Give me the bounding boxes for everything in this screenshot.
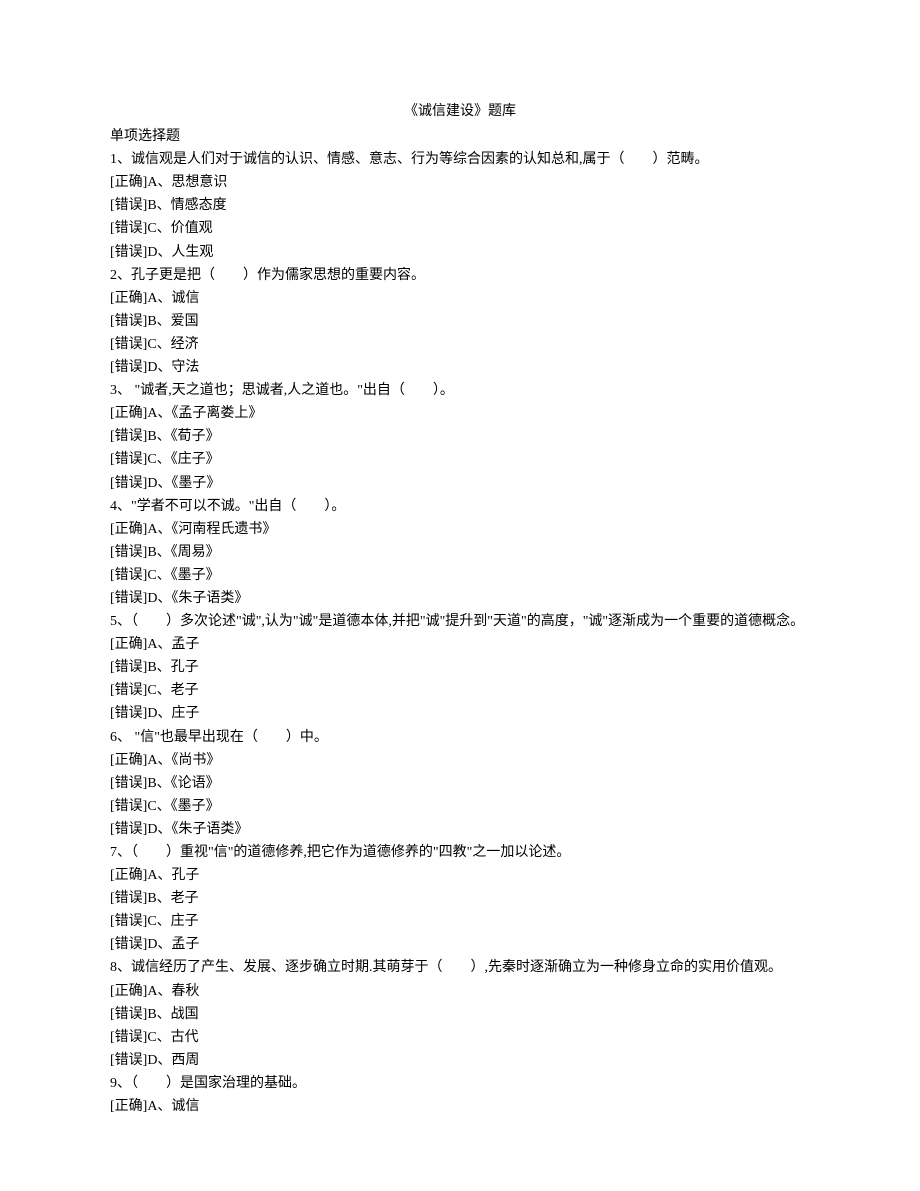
document-title: 《诚信建设》题库 [110,100,810,123]
option-c: [错误]C、《墨子》 [110,795,810,818]
option-d: [错误]D、孟子 [110,933,810,956]
option-c: [错误]C、庄子 [110,910,810,933]
question-stem: 5、（ ）多次论述"诚",认为"诚"是道德本体,并把"诚"提升到"天道"的高度，… [110,610,810,633]
option-a: [正确]A、春秋 [110,980,810,1003]
option-a: [正确]A、孔子 [110,864,810,887]
option-c: [错误]C、价值观 [110,217,810,240]
question-stem: 7、（ ）重视"信"的道德修养,把它作为道德修养的"四教"之一加以论述。 [110,841,810,864]
option-d: [错误]D、守法 [110,356,810,379]
option-b: [错误]B、孔子 [110,656,810,679]
question-stem: 8、诚信经历了产生、发展、逐步确立时期.其萌芽于（ ）,先秦时逐渐确立为一种修身… [110,956,810,979]
option-c: [错误]C、《墨子》 [110,564,810,587]
question-stem: 3、 "诚者,天之道也；思诚者,人之道也。"出自（ ）。 [110,379,810,402]
option-b: [错误]B、情感态度 [110,194,810,217]
question-stem: 2、孔子更是把（ ）作为儒家思想的重要内容。 [110,264,810,287]
option-a: [正确]A、诚信 [110,1095,810,1118]
question-3: 3、 "诚者,天之道也；思诚者,人之道也。"出自（ ）。 [正确]A、《孟子离娄… [110,379,810,494]
question-stem: 9、（ ）是国家治理的基础。 [110,1072,810,1095]
option-d: [错误]D、西周 [110,1049,810,1072]
option-a: [正确]A、《河南程氏遗书》 [110,518,810,541]
option-c: [错误]C、《庄子》 [110,448,810,471]
option-d: [错误]D、《墨子》 [110,472,810,495]
question-7: 7、（ ）重视"信"的道德修养,把它作为道德修养的"四教"之一加以论述。 [正确… [110,841,810,956]
option-c: [错误]C、经济 [110,333,810,356]
question-stem: 6、 "信"也最早出现在（ ）中。 [110,726,810,749]
question-stem: 1、诚信观是人们对于诚信的认识、情感、意志、行为等综合因素的认知总和,属于（ ）… [110,148,810,171]
option-a: [正确]A、孟子 [110,633,810,656]
question-2: 2、孔子更是把（ ）作为儒家思想的重要内容。 [正确]A、诚信 [错误]B、爱国… [110,264,810,379]
option-b: [错误]B、《周易》 [110,541,810,564]
question-9: 9、（ ）是国家治理的基础。 [正确]A、诚信 [110,1072,810,1118]
option-d: [错误]D、庄子 [110,702,810,725]
option-b: [错误]B、《荀子》 [110,425,810,448]
option-a: [正确]A、诚信 [110,287,810,310]
question-8: 8、诚信经历了产生、发展、逐步确立时期.其萌芽于（ ）,先秦时逐渐确立为一种修身… [110,956,810,1071]
option-b: [错误]B、爱国 [110,310,810,333]
option-b: [错误]B、战国 [110,1003,810,1026]
option-b: [错误]B、老子 [110,887,810,910]
option-d: [错误]D、《朱子语类》 [110,587,810,610]
option-a: [正确]A、思想意识 [110,171,810,194]
option-c: [错误]C、古代 [110,1026,810,1049]
option-d: [错误]D、人生观 [110,241,810,264]
question-6: 6、 "信"也最早出现在（ ）中。 [正确]A、《尚书》 [错误]B、《论语》 … [110,726,810,841]
option-a: [正确]A、《尚书》 [110,749,810,772]
option-a: [正确]A、《孟子离娄上》 [110,402,810,425]
question-4: 4、"学者不可以不诚。"出自（ ）。 [正确]A、《河南程氏遗书》 [错误]B、… [110,495,810,610]
option-d: [错误]D、《朱子语类》 [110,818,810,841]
section-header: 单项选择题 [110,125,810,148]
option-c: [错误]C、老子 [110,679,810,702]
question-5: 5、（ ）多次论述"诚",认为"诚"是道德本体,并把"诚"提升到"天道"的高度，… [110,610,810,725]
question-1: 1、诚信观是人们对于诚信的认识、情感、意志、行为等综合因素的认知总和,属于（ ）… [110,148,810,263]
option-b: [错误]B、《论语》 [110,772,810,795]
question-stem: 4、"学者不可以不诚。"出自（ ）。 [110,495,810,518]
